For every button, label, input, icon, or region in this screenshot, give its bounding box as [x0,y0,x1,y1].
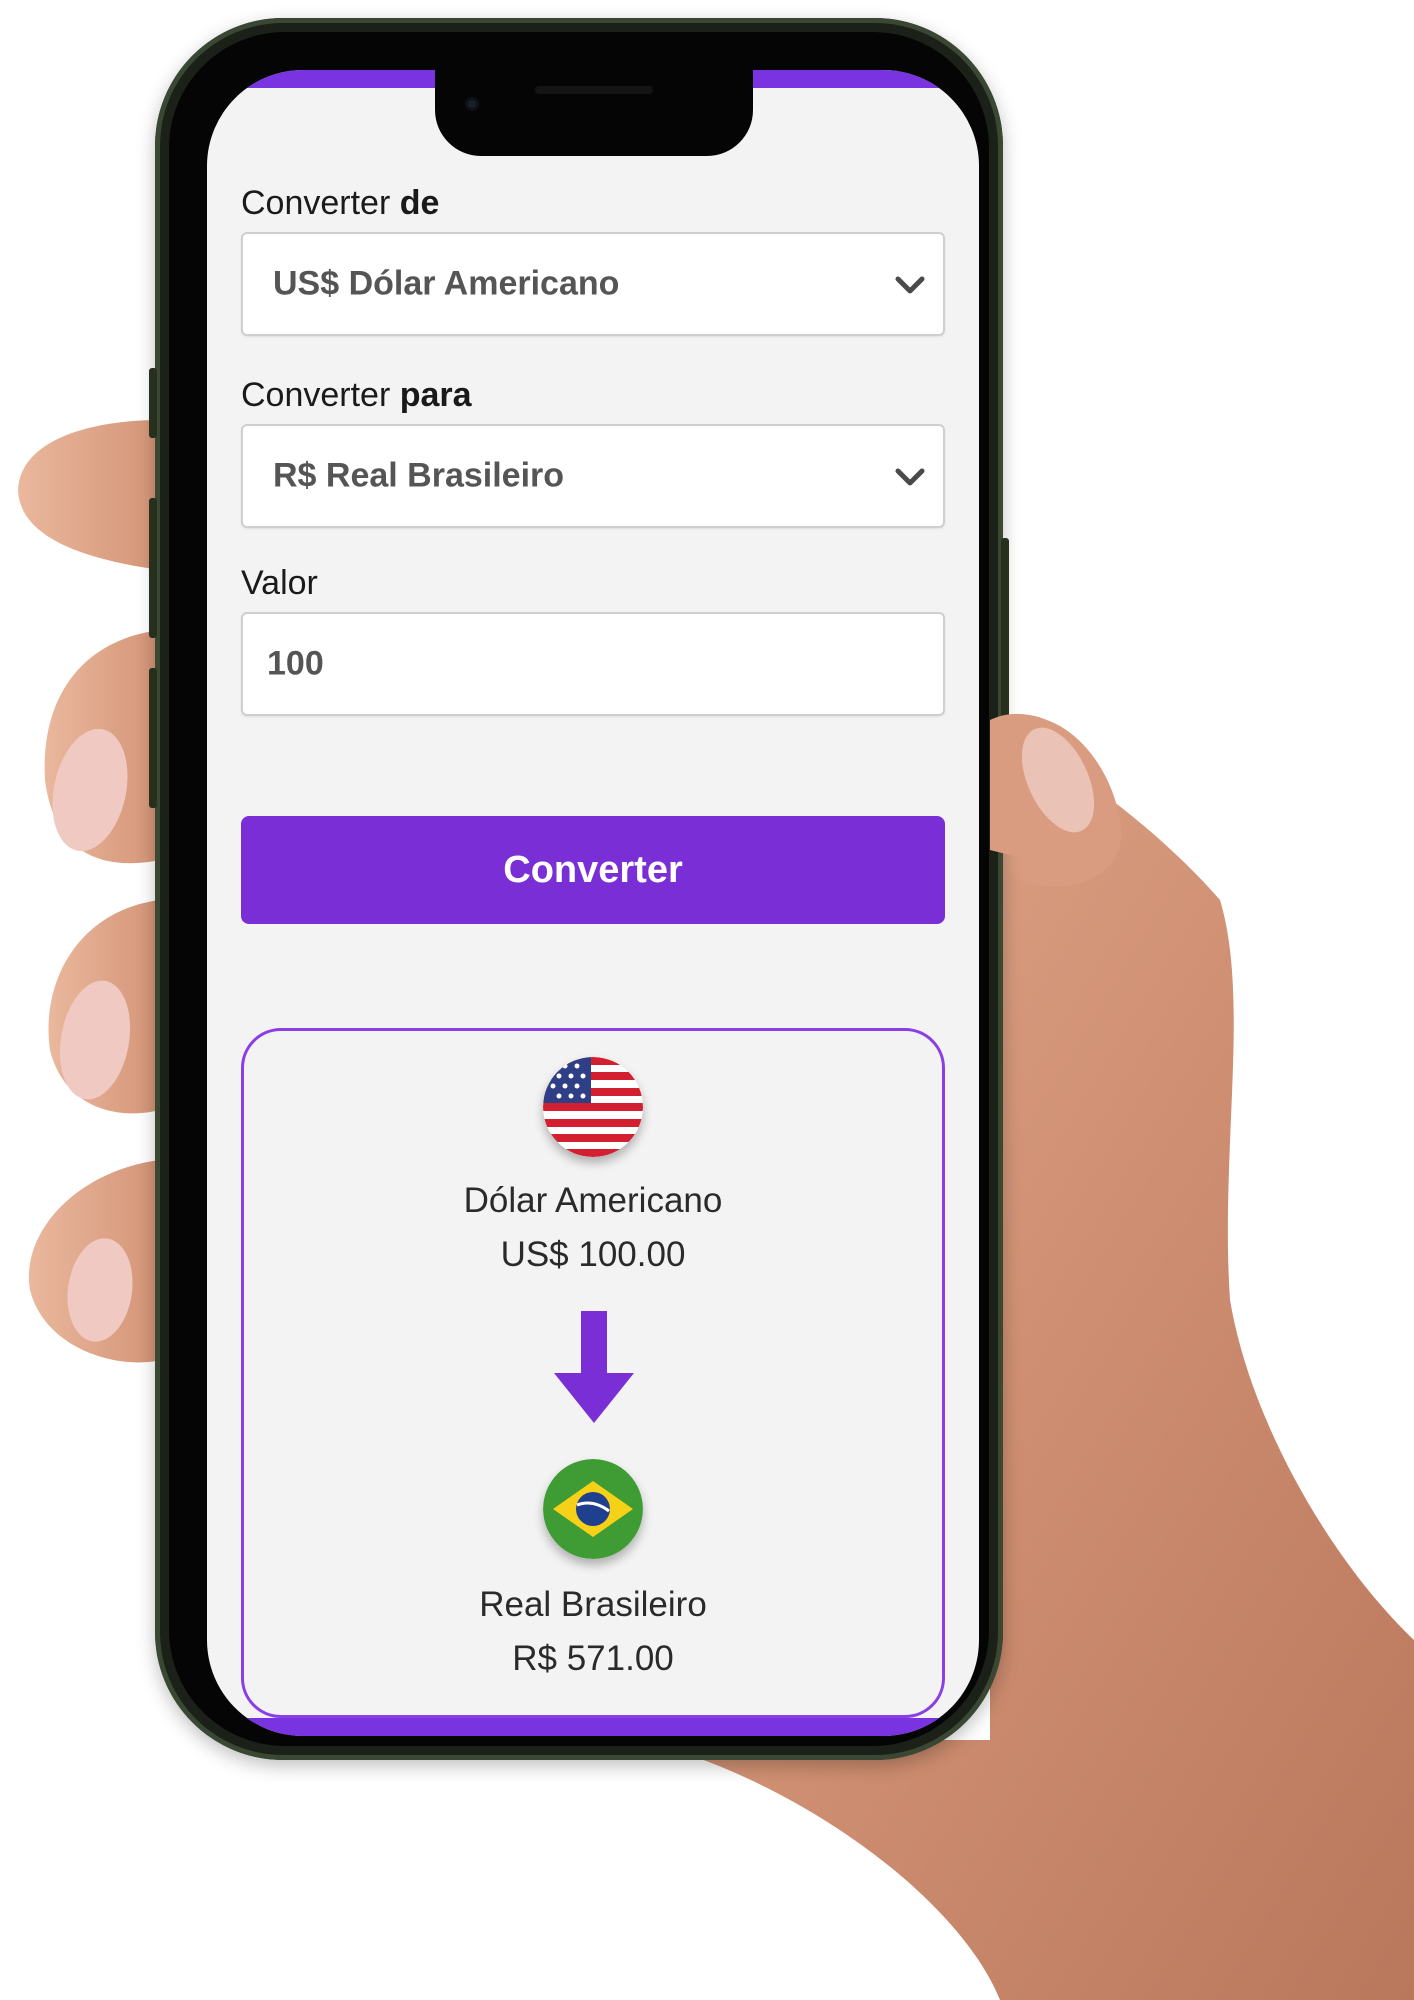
to-label-strong: para [399,376,472,414]
brazil-flag-icon [543,1459,643,1559]
front-camera-icon [465,97,479,111]
chevron-down-icon [895,468,925,486]
to-currency-value: R$ Real Brasileiro [273,456,565,495]
to-currency-name: Real Brasileiro [479,1585,707,1624]
amount-input[interactable]: 100 [241,612,945,716]
amount-value: 100 [267,644,324,683]
amount-label: Valor [241,564,318,602]
result-card: Dólar Americano US$ 100.00 Real Brasilei… [241,1028,945,1718]
from-label-prefix: Converter [241,184,391,222]
to-currency-select[interactable]: R$ Real Brasileiro [241,424,945,528]
from-currency-amount: US$ 100.00 [500,1235,686,1274]
volume-up-button [149,368,157,438]
usa-flag-icon [543,1057,643,1157]
from-currency-name: Dólar Americano [463,1181,723,1220]
from-currency-label: Converter de [241,184,439,223]
chevron-down-icon [895,276,925,294]
from-currency-value: US$ Dólar Americano [273,264,620,303]
phone-bezel: Converter de US$ Dólar Americano Convert… [169,32,989,1746]
to-currency-label: Converter para [241,376,472,415]
volume-down-button [149,498,157,638]
converter-app: Converter de US$ Dólar Americano Convert… [207,70,979,1736]
to-label-prefix: Converter [241,376,391,414]
bottom-accent-bar [207,1718,979,1736]
from-currency-select[interactable]: US$ Dólar Americano [241,232,945,336]
phone-frame: Converter de US$ Dólar Americano Convert… [149,18,1009,1760]
phone-notch [435,70,753,156]
speaker-grille [535,86,653,94]
from-label-strong: de [399,184,440,222]
convert-button[interactable]: Converter [241,816,945,924]
phone-screen: Converter de US$ Dólar Americano Convert… [207,70,979,1736]
thumb-overlay [990,713,1112,862]
arrow-down-icon [554,1311,634,1423]
to-currency-amount: R$ 571.00 [512,1639,674,1678]
volume-button-lower [149,668,157,808]
